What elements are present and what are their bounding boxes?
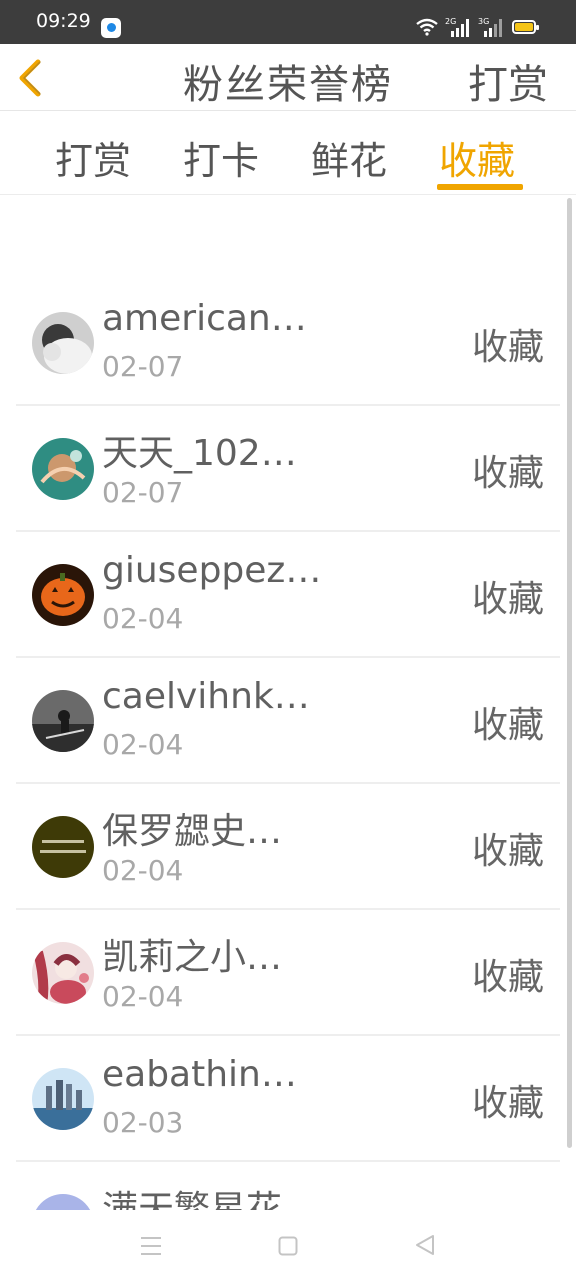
user-name: eabathin…	[102, 1054, 297, 1095]
item-action: 收藏	[471, 327, 544, 368]
back-triangle-icon[interactable]	[414, 1234, 436, 1256]
avatar	[32, 1194, 94, 1210]
active-tab-indicator	[437, 184, 523, 190]
signal-3g-icon: 3G	[478, 17, 502, 37]
system-nav-bar	[0, 1210, 576, 1280]
list-item[interactable]: eabathin… 02-03 收藏	[16, 1036, 560, 1162]
list-item[interactable]: american… 02-07 收藏	[16, 280, 560, 406]
item-date: 02-04	[102, 602, 184, 635]
item-date: 02-03	[102, 1106, 184, 1139]
status-bar: 09:29 2G 3G	[0, 0, 576, 44]
avatar	[32, 942, 94, 1004]
avatar	[32, 312, 94, 374]
item-date: 02-04	[102, 854, 184, 887]
user-name: american…	[102, 298, 307, 339]
user-name: 天天_102…	[102, 433, 297, 474]
item-action: 收藏	[471, 1083, 544, 1124]
tab-favorites[interactable]: 收藏	[439, 130, 515, 185]
item-date: 02-07	[102, 350, 184, 383]
avatar	[32, 564, 94, 626]
avatar	[32, 438, 94, 500]
item-action: 收藏	[471, 705, 544, 746]
item-action: 收藏	[471, 957, 544, 998]
list-item[interactable]: 凯莉之小… 02-04 收藏	[16, 910, 560, 1036]
battery-icon	[512, 20, 539, 34]
user-name: caelvihnk…	[102, 676, 310, 717]
tab-reward[interactable]: 打赏	[55, 130, 131, 185]
app-notification-icon	[101, 18, 121, 38]
item-action: 收藏	[471, 453, 544, 494]
avatar	[32, 1068, 94, 1130]
header: 粉丝荣誉榜 打赏	[0, 44, 576, 111]
list-item[interactable]: caelvihnk… 02-04 收藏	[16, 658, 560, 784]
list-item[interactable]: 保罗勰史… 02-04 收藏	[16, 784, 560, 910]
list-item[interactable]: 满天繁星花 收藏	[16, 1162, 560, 1210]
user-name: 凯莉之小…	[102, 937, 283, 978]
home-square-icon[interactable]	[278, 1236, 298, 1256]
user-name: 满天繁星花	[102, 1189, 283, 1210]
item-date: 02-04	[102, 728, 184, 761]
avatar	[32, 816, 94, 878]
list-item[interactable]: giuseppez… 02-04 收藏	[16, 532, 560, 658]
user-name: giuseppez…	[102, 550, 322, 591]
avatar	[32, 690, 94, 752]
net2-label: 3G	[478, 17, 489, 26]
wifi-icon	[416, 18, 438, 36]
scrollbar[interactable]	[567, 198, 572, 1148]
item-date: 02-07	[102, 476, 184, 509]
signal-2g-icon: 2G	[445, 17, 469, 37]
fan-list: american… 02-07 收藏 天天_102… 02-07 收藏 gius…	[16, 280, 560, 1210]
item-date: 02-04	[102, 980, 184, 1013]
net1-label: 2G	[445, 17, 456, 26]
user-name: 保罗勰史…	[102, 811, 283, 852]
reward-button[interactable]: 打赏	[468, 52, 548, 110]
item-action: 收藏	[472, 1200, 544, 1210]
tab-flowers[interactable]: 鲜花	[311, 130, 387, 185]
tab-checkin[interactable]: 打卡	[183, 130, 259, 185]
item-action: 收藏	[471, 579, 544, 620]
tab-bar: 打赏 打卡 鲜花 收藏	[0, 112, 576, 195]
list-item[interactable]: 天天_102… 02-07 收藏	[16, 406, 560, 532]
status-time: 09:29	[36, 10, 91, 32]
menu-icon[interactable]	[140, 1236, 162, 1256]
item-action: 收藏	[471, 831, 544, 872]
